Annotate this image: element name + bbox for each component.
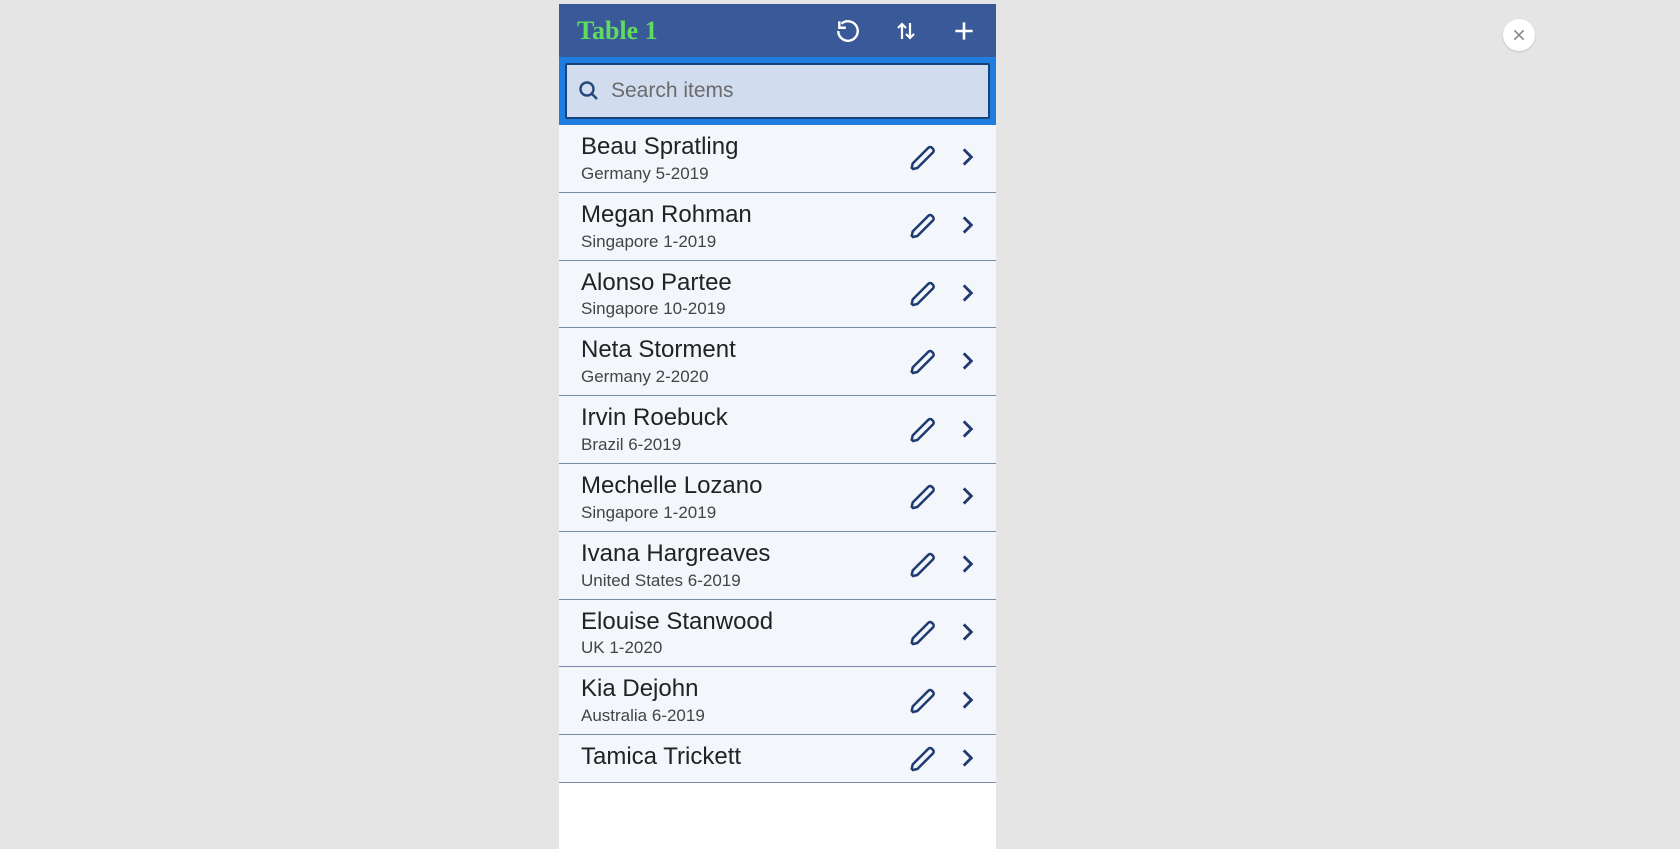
list-item-detail: Singapore 10-2019: [581, 299, 900, 319]
header-actions: [834, 17, 986, 45]
list-item-name: Tamica Trickett: [581, 743, 900, 772]
chevron-right-icon[interactable]: [954, 280, 982, 308]
chevron-right-icon[interactable]: [954, 483, 982, 511]
sort-icon[interactable]: [892, 17, 920, 45]
add-icon[interactable]: [950, 17, 978, 45]
list-item[interactable]: Beau SpratlingGermany 5-2019: [559, 125, 996, 193]
list-item-detail: Germany 5-2019: [581, 164, 900, 184]
edit-icon[interactable]: [908, 745, 936, 773]
list-item-detail: United States 6-2019: [581, 571, 900, 591]
chevron-right-icon[interactable]: [954, 551, 982, 579]
list-item-text: Beau SpratlingGermany 5-2019: [581, 133, 900, 184]
edit-icon[interactable]: [908, 416, 936, 444]
list-item-actions: [908, 144, 982, 172]
refresh-icon[interactable]: [834, 17, 862, 45]
list-item-text: Mechelle LozanoSingapore 1-2019: [581, 472, 900, 523]
list-item-name: Elouise Stanwood: [581, 608, 900, 637]
list-item[interactable]: Alonso ParteeSingapore 10-2019: [559, 261, 996, 329]
list-item-text: Megan RohmanSingapore 1-2019: [581, 201, 900, 252]
app-frame: Table 1: [559, 4, 996, 849]
list-item[interactable]: Tamica Trickett: [559, 735, 996, 783]
list-item-text: Tamica Trickett: [581, 743, 900, 774]
list-item-detail: Singapore 1-2019: [581, 232, 900, 252]
edit-icon[interactable]: [908, 551, 936, 579]
list-item-detail: UK 1-2020: [581, 638, 900, 658]
list-item-text: Neta StormentGermany 2-2020: [581, 336, 900, 387]
chevron-right-icon[interactable]: [954, 687, 982, 715]
list-item-name: Megan Rohman: [581, 201, 900, 230]
list-item-actions: [908, 483, 982, 511]
chevron-right-icon[interactable]: [954, 619, 982, 647]
list-item-name: Kia Dejohn: [581, 675, 900, 704]
list-item-text: Alonso ParteeSingapore 10-2019: [581, 269, 900, 320]
list-item-actions: [908, 416, 982, 444]
edit-icon[interactable]: [908, 687, 936, 715]
chevron-right-icon[interactable]: [954, 416, 982, 444]
list-item[interactable]: Elouise StanwoodUK 1-2020: [559, 600, 996, 668]
chevron-right-icon[interactable]: [954, 212, 982, 240]
list-item-name: Ivana Hargreaves: [581, 540, 900, 569]
list-item-actions: [908, 280, 982, 308]
edit-icon[interactable]: [908, 619, 936, 647]
list-item-name: Beau Spratling: [581, 133, 900, 162]
search-highlight: [559, 57, 996, 125]
list-item-name: Alonso Partee: [581, 269, 900, 298]
item-list[interactable]: Beau SpratlingGermany 5-2019 Megan Rohman…: [559, 125, 996, 783]
list-item-actions: [908, 687, 982, 715]
edit-icon[interactable]: [908, 144, 936, 172]
list-item-detail: Singapore 1-2019: [581, 503, 900, 523]
list-item[interactable]: Irvin RoebuckBrazil 6-2019: [559, 396, 996, 464]
list-item-name: Mechelle Lozano: [581, 472, 900, 501]
edit-icon[interactable]: [908, 212, 936, 240]
edit-icon[interactable]: [908, 348, 936, 376]
search-input[interactable]: [611, 79, 978, 103]
chevron-right-icon[interactable]: [954, 348, 982, 376]
chevron-right-icon[interactable]: [954, 144, 982, 172]
close-button[interactable]: [1503, 19, 1535, 51]
search-icon: [577, 79, 601, 103]
list-item[interactable]: Neta StormentGermany 2-2020: [559, 328, 996, 396]
list-item-actions: [908, 619, 982, 647]
list-item-text: Ivana HargreavesUnited States 6-2019: [581, 540, 900, 591]
edit-icon[interactable]: [908, 483, 936, 511]
list-item-detail: Australia 6-2019: [581, 706, 900, 726]
list-item-actions: [908, 348, 982, 376]
list-item-detail: Brazil 6-2019: [581, 435, 900, 455]
list-item-text: Kia DejohnAustralia 6-2019: [581, 675, 900, 726]
list-item-actions: [908, 745, 982, 773]
list-item[interactable]: Mechelle LozanoSingapore 1-2019: [559, 464, 996, 532]
edit-icon[interactable]: [908, 280, 936, 308]
list-item-text: Irvin RoebuckBrazil 6-2019: [581, 404, 900, 455]
list-item-name: Irvin Roebuck: [581, 404, 900, 433]
page-title: Table 1: [577, 16, 834, 46]
chevron-right-icon[interactable]: [954, 745, 982, 773]
list-item-name: Neta Storment: [581, 336, 900, 365]
list-item-actions: [908, 212, 982, 240]
list-item-text: Elouise StanwoodUK 1-2020: [581, 608, 900, 659]
list-item-actions: [908, 551, 982, 579]
list-item[interactable]: Ivana HargreavesUnited States 6-2019: [559, 532, 996, 600]
header-bar: Table 1: [559, 4, 996, 57]
list-item[interactable]: Kia DejohnAustralia 6-2019: [559, 667, 996, 735]
list-item[interactable]: Megan RohmanSingapore 1-2019: [559, 193, 996, 261]
search-container[interactable]: [565, 63, 990, 119]
list-item-detail: Germany 2-2020: [581, 367, 900, 387]
